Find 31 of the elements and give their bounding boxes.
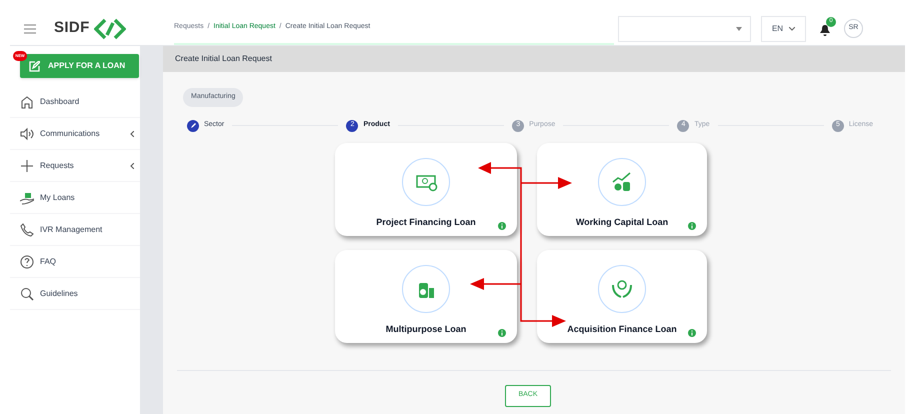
info-icon[interactable] [498, 328, 506, 336]
card-title: Project Financing Loan [376, 216, 476, 229]
card-title: Multipurpose Loan [386, 322, 466, 336]
home-icon [20, 94, 34, 108]
question-icon [20, 254, 34, 268]
chevron-icon [130, 130, 134, 136]
language-select[interactable]: EN [761, 16, 806, 42]
info-icon[interactable] [688, 328, 696, 336]
info-icon[interactable] [498, 222, 506, 230]
page-title: Create Initial Loan Request [163, 46, 905, 72]
card-title: Working Capital Loan [576, 216, 668, 229]
phone-icon [20, 222, 34, 236]
hand-icon [20, 190, 34, 204]
plus-icon [20, 158, 34, 172]
product-card[interactable]: Multipurpose Loan [335, 250, 517, 342]
bell-icon[interactable] [820, 24, 830, 36]
search-icon [20, 286, 34, 300]
logo-text: SIDF [54, 18, 90, 38]
edit-icon [29, 60, 40, 72]
logo-icon [94, 18, 126, 40]
product-card[interactable]: Project Financing Loan [335, 142, 517, 236]
caret-icon [736, 26, 742, 30]
info-icon[interactable] [688, 222, 696, 230]
speaker-icon [20, 126, 34, 140]
select-field[interactable] [618, 16, 751, 42]
chevron-icon [789, 26, 796, 30]
product-card[interactable]: Acquisition Finance Loan [537, 250, 707, 342]
product-card[interactable]: Working Capital Loan [537, 142, 707, 236]
card-title: Acquisition Finance Loan [567, 322, 677, 336]
menu-icon[interactable] [24, 24, 36, 34]
chevron-icon [130, 162, 134, 168]
